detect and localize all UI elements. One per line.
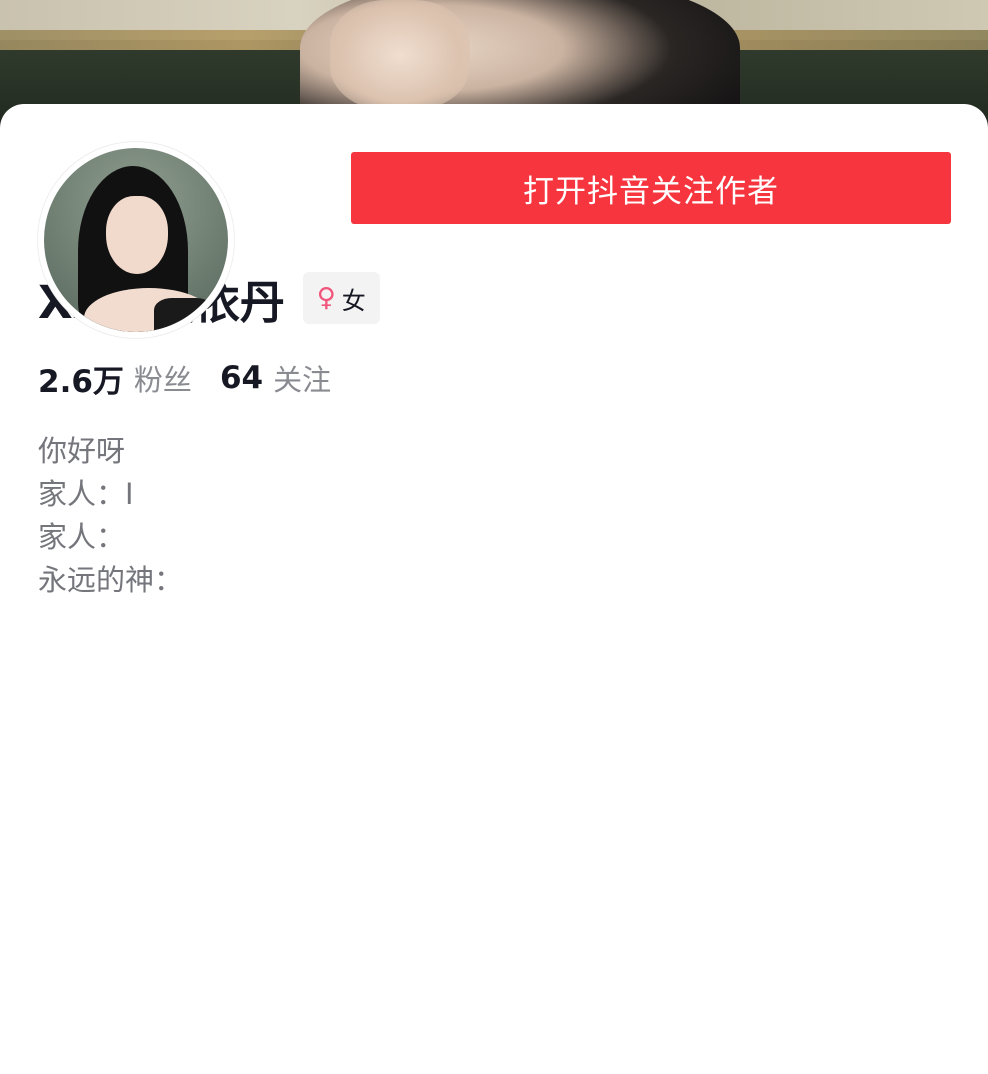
avatar-photo [44, 148, 228, 332]
bio-line: 家人： [38, 520, 126, 554]
following-label: 关注 [273, 363, 332, 397]
stats-row: 2.6万 粉丝 64 关注 [38, 356, 359, 400]
following-count: 64 [219, 360, 264, 396]
gender-tag: ♀ 女 [302, 272, 380, 324]
open-douyin-follow-button[interactable]: 打开抖音关注作者 [351, 152, 951, 224]
followers-stat[interactable]: 2.6万 粉丝 [38, 356, 192, 401]
following-stat[interactable]: 64 关注 [220, 357, 331, 399]
avatar[interactable] [38, 142, 234, 338]
bio-line: 你好呀 [38, 434, 126, 468]
bio: 你好呀 家人：I 家人： 永远的神： [38, 430, 183, 602]
followers-label: 粉丝 [133, 363, 192, 397]
gender-label: 女 [341, 286, 366, 315]
bio-line: 家人：I [38, 477, 134, 511]
cover-hand [330, 0, 470, 110]
bio-line: 永远的神： [38, 563, 184, 597]
female-icon: ♀ [316, 283, 336, 313]
followers-count: 2.6万 [38, 363, 124, 400]
